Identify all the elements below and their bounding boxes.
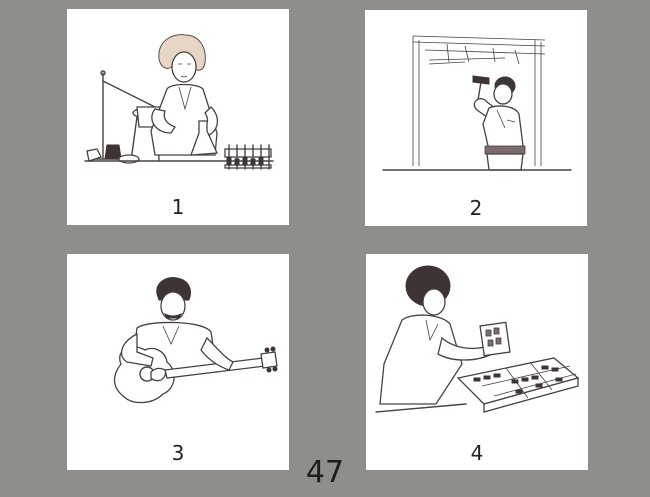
card-number: 1 xyxy=(171,195,185,219)
carpenter-hammer-illustration xyxy=(382,35,572,171)
picture-card-1[interactable]: 1 xyxy=(67,9,289,225)
guitar-player-illustration xyxy=(113,277,278,404)
electronics-worker-illustration xyxy=(375,265,580,413)
picture-card-2[interactable]: 2 xyxy=(365,10,587,226)
card-number: 2 xyxy=(469,196,483,220)
picture-card-4[interactable]: 4 xyxy=(366,254,588,470)
picture-card-3[interactable]: 3 xyxy=(67,254,289,470)
page-number: 47 xyxy=(305,455,345,490)
scientist-lab-illustration xyxy=(84,34,274,170)
